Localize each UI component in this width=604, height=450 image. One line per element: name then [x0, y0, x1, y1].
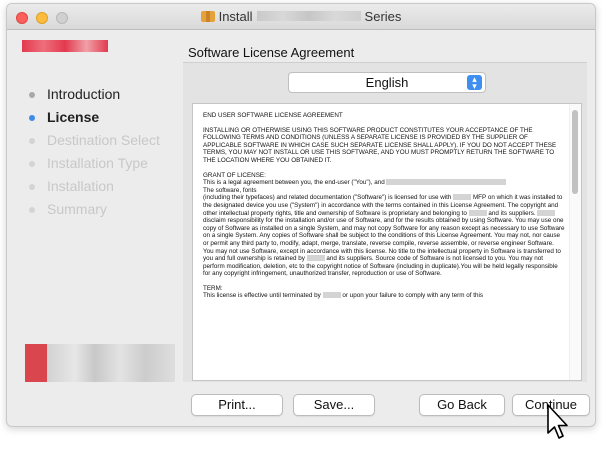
step-label: License: [47, 109, 100, 125]
term-text: This license is effective until terminat…: [203, 292, 321, 300]
step-label: Installation Type: [47, 155, 148, 171]
step-label: Installation: [47, 178, 114, 194]
language-select-value: English: [365, 75, 409, 90]
step-bullet-icon: [29, 92, 35, 98]
redacted-text: [468, 209, 487, 216]
step-summary: Summary: [29, 201, 107, 217]
license-text-view[interactable]: END USER SOFTWARE LICENSE AGREEMENT INST…: [192, 103, 582, 381]
term-heading: TERM:: [203, 284, 223, 292]
step-bullet-icon: [29, 184, 35, 190]
step-bullet-icon: [29, 161, 35, 167]
mouse-pointer-icon: [547, 404, 568, 439]
installer-window: Install Series Introduction License Desti…: [6, 3, 596, 427]
title-bar: Install Series: [7, 4, 595, 30]
installer-steps-sidebar: Introduction License Destination Select …: [7, 64, 185, 364]
license-heading: END USER SOFTWARE LICENSE AGREEMENT: [203, 112, 343, 119]
step-bullet-icon: [29, 207, 35, 213]
step-label: Summary: [47, 201, 107, 217]
print-button[interactable]: Print...: [191, 394, 283, 416]
scrollbar-thumb[interactable]: [572, 110, 578, 194]
pane-title: Software License Agreement: [188, 45, 355, 60]
package-icon: [200, 11, 215, 22]
redacted-text: [386, 179, 507, 186]
scrollbar-track[interactable]: [569, 104, 581, 380]
license-panel: English ▴ ▾ END USER SOFTWARE LICENSE AGR…: [183, 62, 587, 382]
grant-heading: GRANT OF LICENSE:: [203, 171, 266, 179]
language-select[interactable]: English ▴ ▾: [288, 72, 486, 93]
redacted-text: [537, 209, 556, 216]
grant-text: The software, fonts: [203, 186, 257, 194]
step-bullet-icon: [29, 138, 35, 144]
license-document: END USER SOFTWARE LICENSE AGREEMENT INST…: [203, 112, 565, 307]
title-suffix: Series: [364, 9, 402, 24]
step-license: License: [29, 109, 100, 125]
redacted-text: [322, 292, 341, 299]
step-label: Destination Select: [47, 132, 160, 148]
step-bullet-icon: [29, 115, 35, 121]
brand-logo: [22, 40, 108, 52]
step-label: Introduction: [47, 86, 121, 102]
step-installation: Installation: [29, 178, 114, 194]
license-acceptance-paragraph: INSTALLING OR OTHERWISE USING THIS SOFTW…: [203, 126, 557, 164]
window-title: Install Series: [7, 9, 595, 24]
step-introduction: Introduction: [29, 86, 121, 102]
updown-chevron-icon: ▴ ▾: [467, 75, 482, 91]
save-button[interactable]: Save...: [293, 394, 375, 416]
grant-text: (including their typefaces) and related …: [203, 194, 452, 202]
grant-text: This is a legal agreement between you, t…: [203, 179, 385, 187]
term-section: TERM: This license is effective until te…: [203, 285, 565, 300]
redacted-text: [306, 255, 325, 262]
go-back-button[interactable]: Go Back: [419, 394, 505, 416]
step-destination-select: Destination Select: [29, 132, 160, 148]
title-prefix: Install: [218, 9, 253, 24]
redacted-text: [453, 194, 472, 201]
brand-banner-logo: [25, 344, 175, 382]
grant-text: and its suppliers.: [488, 209, 536, 217]
redacted-product-name: [256, 11, 361, 21]
term-text: or upon your failure to comply with any …: [342, 292, 484, 300]
step-installation-type: Installation Type: [29, 155, 148, 171]
grant-section: GRANT OF LICENSE: This is a legal agreem…: [203, 172, 565, 278]
